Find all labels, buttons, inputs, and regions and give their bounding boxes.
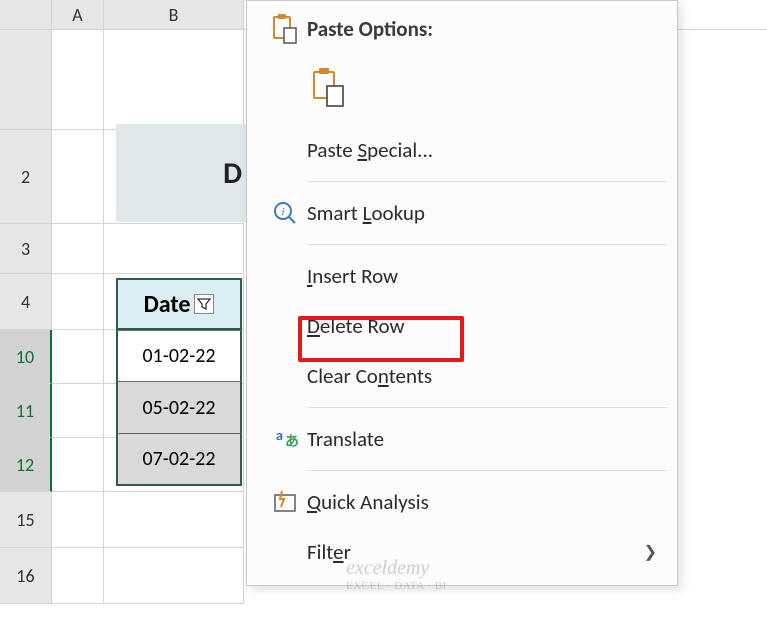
- table-row[interactable]: 07-02-22: [116, 434, 242, 486]
- menu-insert-row[interactable]: Insert Row: [249, 251, 675, 301]
- cell-b16[interactable]: [104, 548, 244, 604]
- menu-smart-lookup[interactable]: i Smart Lookup: [249, 188, 675, 238]
- menu-label: Insert Row: [307, 263, 657, 289]
- cell-a2[interactable]: [52, 130, 104, 224]
- cell-a10[interactable]: [52, 330, 104, 384]
- menu-label: Clear Contents: [307, 363, 657, 389]
- cell-a1[interactable]: [52, 30, 104, 130]
- cell-a4[interactable]: [52, 274, 104, 330]
- svg-text:a: a: [276, 427, 283, 444]
- cell-a16[interactable]: [52, 548, 104, 604]
- quick-analysis-icon: [263, 489, 307, 515]
- cell-a15[interactable]: [52, 492, 104, 548]
- menu-paste-special[interactable]: Paste Special...: [249, 125, 675, 175]
- smart-lookup-icon: i: [263, 200, 307, 226]
- menu-delete-row[interactable]: Delete Row: [249, 301, 675, 351]
- row-header-4[interactable]: 4: [0, 274, 52, 330]
- cell-a11[interactable]: [52, 384, 104, 438]
- menu-label: Smart Lookup: [307, 200, 657, 226]
- row-header-1[interactable]: [0, 30, 52, 130]
- menu-divider: [307, 181, 667, 182]
- submenu-arrow-icon: ❯: [644, 542, 657, 562]
- column-header-b[interactable]: B: [104, 0, 244, 29]
- table-header-date[interactable]: Date: [116, 278, 242, 330]
- cell-a3[interactable]: [52, 224, 104, 274]
- cell-b3[interactable]: [104, 224, 244, 274]
- translate-icon: a あ: [263, 426, 307, 452]
- context-menu: Paste Options: Paste Special... i Smart …: [246, 0, 678, 586]
- menu-paste-options-heading: Paste Options:: [249, 7, 675, 51]
- menu-paste-default[interactable]: [249, 51, 675, 125]
- row-header-12[interactable]: 12: [0, 438, 52, 492]
- menu-label: Paste Special...: [307, 137, 657, 163]
- table-row[interactable]: 01-02-22: [116, 330, 242, 382]
- svg-text:i: i: [281, 206, 284, 218]
- menu-divider: [307, 470, 667, 471]
- cell-b1[interactable]: [104, 30, 244, 130]
- menu-filter[interactable]: Filter ❯: [249, 527, 675, 577]
- row-header-15[interactable]: 15: [0, 492, 52, 548]
- menu-quick-analysis[interactable]: Quick Analysis: [249, 477, 675, 527]
- menu-label: Filter: [307, 539, 644, 565]
- menu-label: Delete Row: [307, 313, 657, 339]
- table-row[interactable]: 05-02-22: [116, 382, 242, 434]
- menu-label: Paste Options:: [307, 16, 657, 42]
- paste-icon: [307, 68, 351, 108]
- menu-label: Quick Analysis: [307, 489, 657, 515]
- clipboard-icon: [263, 14, 307, 44]
- table-header-label: Date: [144, 290, 191, 319]
- cell-b15[interactable]: [104, 492, 244, 548]
- menu-divider: [307, 407, 667, 408]
- select-all-corner[interactable]: [0, 0, 52, 29]
- row-header-10[interactable]: 10: [0, 330, 52, 384]
- column-header-a[interactable]: A: [52, 0, 104, 29]
- row-header-3[interactable]: 3: [0, 224, 52, 274]
- cell-a12[interactable]: [52, 438, 104, 492]
- menu-divider: [307, 244, 667, 245]
- row-header-16[interactable]: 16: [0, 548, 52, 604]
- row-header-11[interactable]: 11: [0, 384, 52, 438]
- svg-text:あ: あ: [285, 433, 299, 450]
- dataset-title-band: D: [116, 124, 246, 222]
- menu-clear-contents[interactable]: Clear Contents: [249, 351, 675, 401]
- menu-label: Translate: [307, 426, 657, 452]
- menu-translate[interactable]: a あ Translate: [249, 414, 675, 464]
- row-header-2[interactable]: 2: [0, 130, 52, 224]
- filter-dropdown-icon[interactable]: [194, 294, 214, 314]
